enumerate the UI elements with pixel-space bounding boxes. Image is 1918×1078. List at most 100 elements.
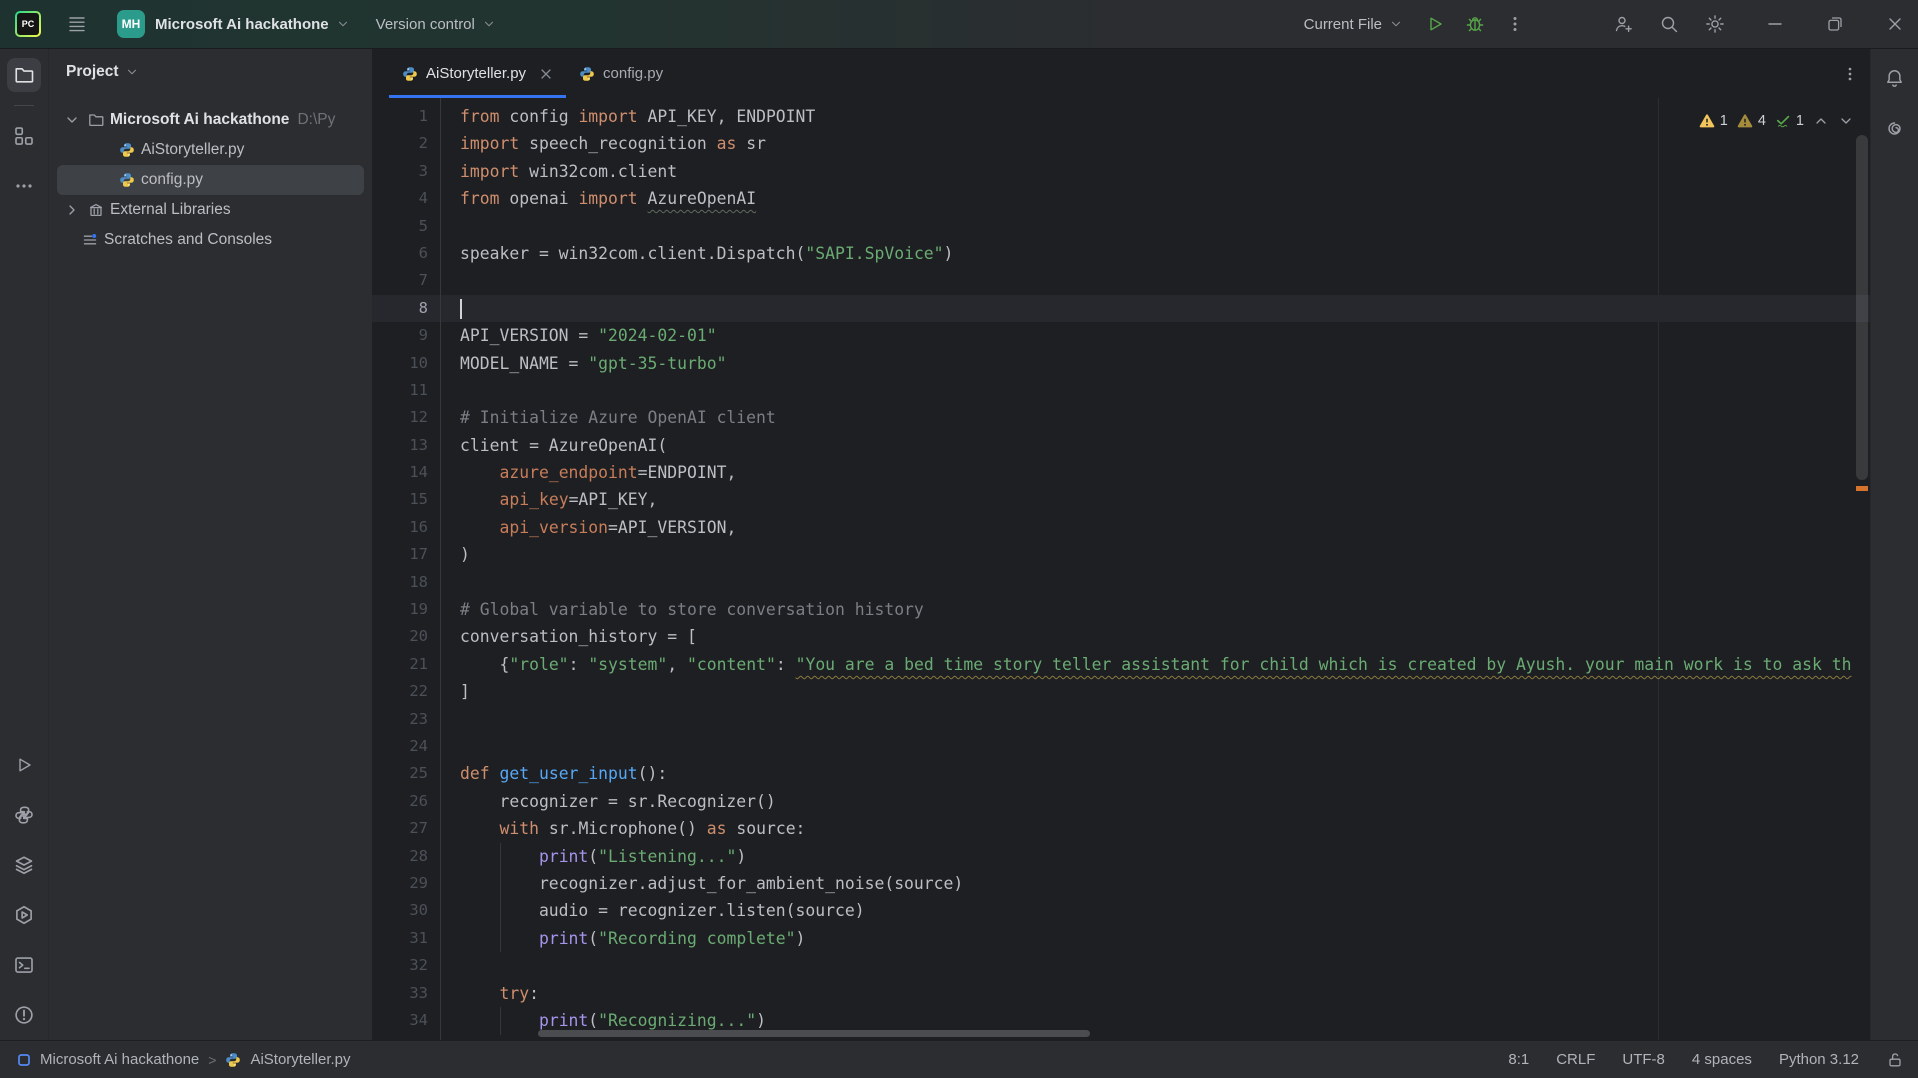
line-number[interactable]: 25 — [372, 760, 440, 787]
code-line[interactable]: # Global variable to store conversation … — [460, 596, 1870, 623]
code-line[interactable]: ) — [460, 541, 1870, 568]
caret-position-widget[interactable]: 8:1 — [1508, 1051, 1529, 1068]
more-actions-button[interactable] — [1499, 8, 1531, 40]
line-number[interactable]: 2 — [372, 130, 440, 157]
code-line[interactable]: MODEL_NAME = "gpt-35-turbo" — [460, 350, 1870, 377]
line-number[interactable]: 4 — [372, 185, 440, 212]
line-number[interactable]: 27 — [372, 815, 440, 842]
sidebar-item-more-tools[interactable] — [7, 169, 41, 203]
tab-config[interactable]: config.py — [566, 49, 675, 98]
code-line[interactable]: client = AzureOpenAI( — [460, 432, 1870, 459]
inspections-widget[interactable]: 1 4 1 — [1692, 108, 1860, 134]
line-number[interactable]: 14 — [372, 459, 440, 486]
line-number[interactable]: 21 — [372, 651, 440, 678]
main-menu-button[interactable] — [61, 8, 93, 40]
line-number[interactable]: 15 — [372, 486, 440, 513]
sidebar-item-run[interactable] — [7, 748, 41, 782]
line-number[interactable]: 11 — [372, 377, 440, 404]
code-line[interactable]: API_VERSION = "2024-02-01" — [460, 322, 1870, 349]
code-line[interactable] — [460, 377, 1870, 404]
code-line[interactable]: conversation_history = [ — [460, 623, 1870, 650]
code-line[interactable]: api_version=API_VERSION, — [460, 514, 1870, 541]
line-number[interactable]: 7 — [372, 267, 440, 294]
close-tab-icon[interactable] — [538, 66, 554, 82]
line-number[interactable]: 33 — [372, 980, 440, 1007]
line-number[interactable]: 13 — [372, 432, 440, 459]
line-number[interactable]: 8 — [372, 295, 440, 322]
line-number[interactable]: 18 — [372, 569, 440, 596]
line-number[interactable]: 26 — [372, 788, 440, 815]
project-panel-header[interactable]: Project — [49, 49, 372, 95]
line-number[interactable]: 22 — [372, 678, 440, 705]
code-line[interactable]: print("Listening...") — [460, 843, 1870, 870]
code-line[interactable]: from config import API_KEY, ENDPOINT — [460, 103, 1870, 130]
notifications-button[interactable] — [1878, 61, 1912, 95]
code-line[interactable]: api_key=API_KEY, — [460, 486, 1870, 513]
line-number[interactable]: 12 — [372, 404, 440, 431]
line-number[interactable]: 34 — [372, 1007, 440, 1034]
code-line[interactable]: ] — [460, 678, 1870, 705]
line-number[interactable]: 30 — [372, 897, 440, 924]
error-stripe-mark[interactable] — [1856, 486, 1868, 491]
code-line[interactable]: audio = recognizer.listen(source) — [460, 897, 1870, 924]
version-control-widget[interactable]: Version control — [376, 16, 496, 33]
code-line[interactable]: def get_user_input(): — [460, 760, 1870, 787]
tree-row-project-root[interactable]: Microsoft Ai hackathone D:\Py — [57, 105, 364, 135]
code-line[interactable]: from openai import AzureOpenAI — [460, 185, 1870, 212]
run-configuration-selector[interactable]: Current File — [1304, 16, 1403, 33]
code-line[interactable] — [460, 569, 1870, 596]
sidebar-item-project[interactable] — [7, 58, 41, 92]
previous-problem-button[interactable] — [1813, 113, 1829, 129]
code-line[interactable]: # Initialize Azure OpenAI client — [460, 404, 1870, 431]
line-number[interactable]: 5 — [372, 213, 440, 240]
encoding-widget[interactable]: UTF-8 — [1622, 1051, 1665, 1068]
indent-widget[interactable]: 4 spaces — [1692, 1051, 1752, 1068]
sidebar-item-services[interactable] — [7, 898, 41, 932]
line-number[interactable]: 32 — [372, 952, 440, 979]
editor-body[interactable]: 1 2 3 4 5 6 7 8 9 10 11 12 13 14 15 16 17 18 19 20 21 22 23 24 2… — [372, 98, 1870, 1040]
code-line[interactable]: {"role": "system", "content": "You are a… — [460, 651, 1870, 678]
inspection-weak-warnings[interactable]: 4 — [1737, 113, 1766, 129]
code-line[interactable] — [460, 952, 1870, 979]
sidebar-item-python-packages[interactable] — [7, 848, 41, 882]
restore-button[interactable] — [1821, 10, 1849, 38]
line-number[interactable]: 6 — [372, 240, 440, 267]
project-widget[interactable]: Microsoft Ai hackathone — [155, 16, 350, 33]
code-line[interactable] — [460, 706, 1870, 733]
tree-row-scratches[interactable]: Scratches and Consoles — [57, 225, 364, 255]
line-number[interactable]: 23 — [372, 706, 440, 733]
line-number[interactable]: 16 — [372, 514, 440, 541]
tab-aistoryteller[interactable]: AiStoryteller.py — [389, 49, 567, 98]
line-number[interactable]: 31 — [372, 925, 440, 952]
line-number[interactable]: 20 — [372, 623, 440, 650]
interpreter-widget[interactable]: Python 3.12 — [1779, 1051, 1859, 1068]
sidebar-item-structure[interactable] — [7, 119, 41, 153]
tab-options-button[interactable] — [1830, 49, 1870, 98]
lock-icon[interactable] — [1886, 1051, 1904, 1069]
code-line[interactable]: azure_endpoint=ENDPOINT, — [460, 459, 1870, 486]
tree-row-file-aistoryteller[interactable]: AiStoryteller.py — [57, 135, 364, 165]
code-with-me-button[interactable] — [1607, 8, 1639, 40]
code-line[interactable]: import win32com.client — [460, 158, 1870, 185]
line-number[interactable]: 17 — [372, 541, 440, 568]
settings-button[interactable] — [1699, 8, 1731, 40]
code-line[interactable]: import speech_recognition as sr — [460, 130, 1870, 157]
code-lines[interactable]: from config import API_KEY, ENDPOINT impo… — [441, 98, 1870, 1040]
gutter[interactable]: 1 2 3 4 5 6 7 8 9 10 11 12 13 14 15 16 17 18 19 20 21 22 23 24 2… — [372, 98, 441, 1040]
next-problem-button[interactable] — [1838, 113, 1854, 129]
ai-assistant-button[interactable] — [1878, 111, 1912, 145]
search-everywhere-button[interactable] — [1653, 8, 1685, 40]
sidebar-item-python-console[interactable] — [7, 798, 41, 832]
code-line[interactable]: speaker = win32com.client.Dispatch("SAPI… — [460, 240, 1870, 267]
line-number[interactable]: 24 — [372, 733, 440, 760]
line-number[interactable]: 29 — [372, 870, 440, 897]
code-line[interactable] — [460, 295, 1870, 322]
line-number[interactable]: 1 — [372, 103, 440, 130]
code-line[interactable] — [460, 213, 1870, 240]
line-number[interactable]: 10 — [372, 350, 440, 377]
code-line[interactable]: recognizer = sr.Recognizer() — [460, 788, 1870, 815]
breadcrumb-file[interactable]: AiStoryteller.py — [250, 1051, 350, 1068]
line-number[interactable]: 28 — [372, 843, 440, 870]
code-line[interactable] — [460, 267, 1870, 294]
line-number[interactable]: 9 — [372, 322, 440, 349]
